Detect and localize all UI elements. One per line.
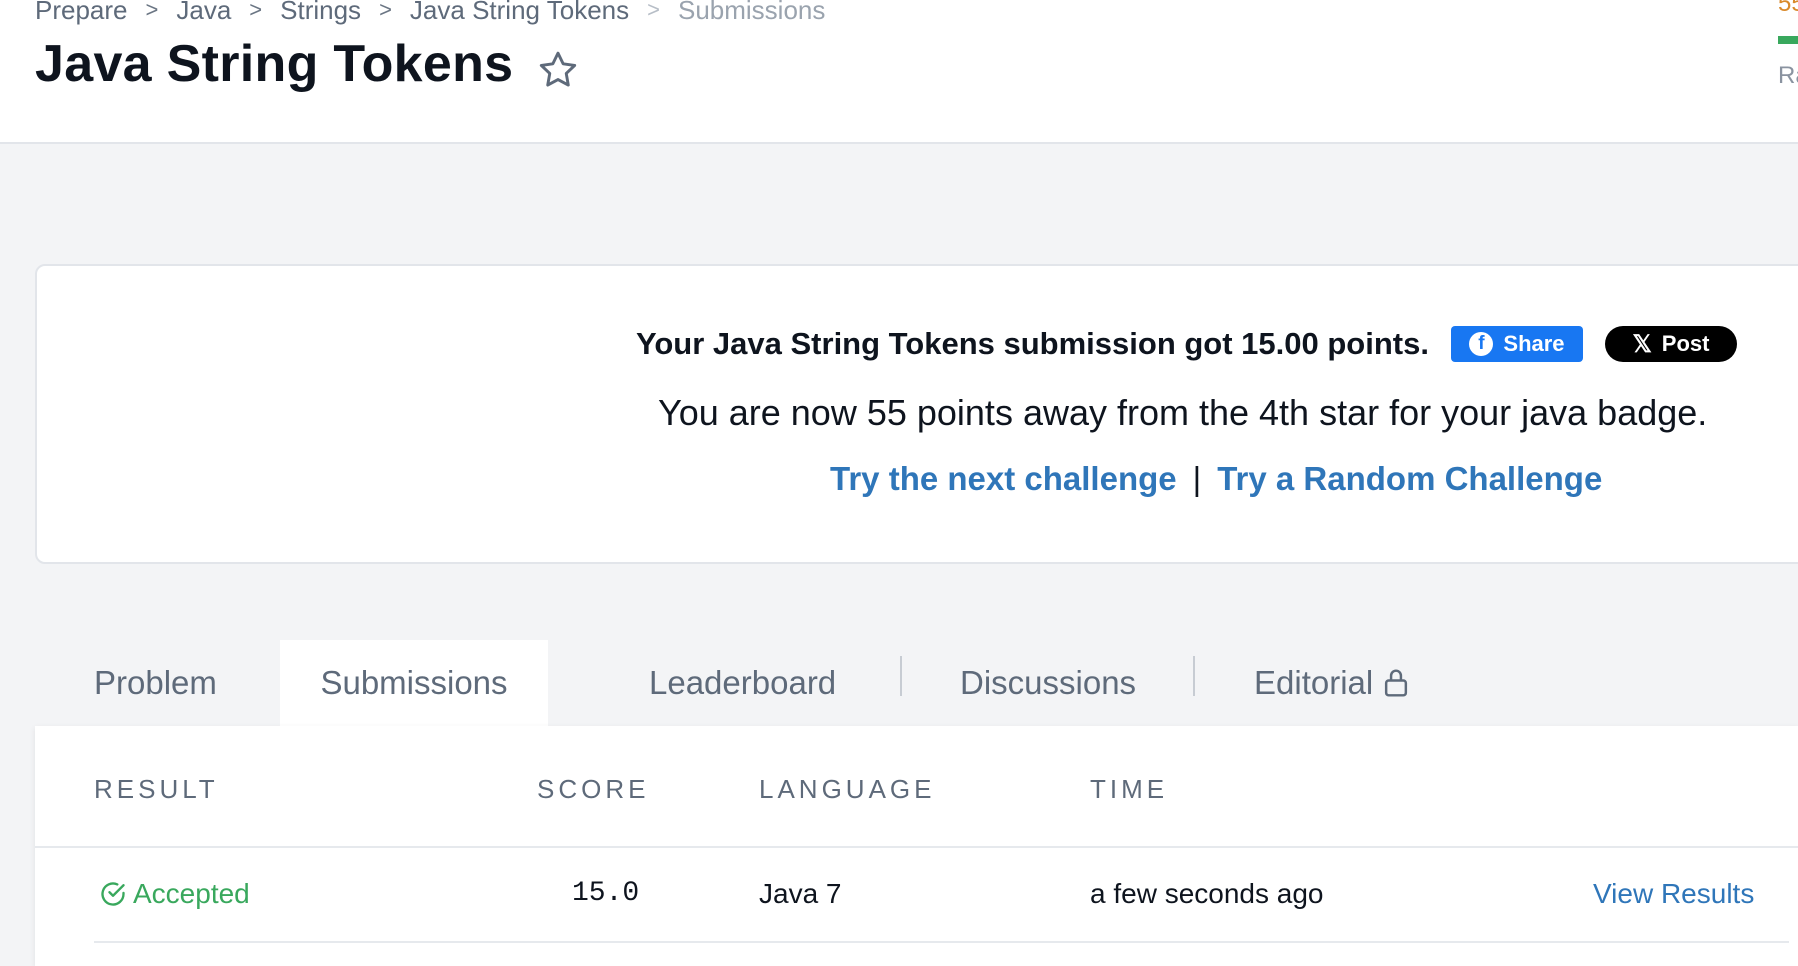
submission-text: Your Java String Tokens submission got 1… xyxy=(636,326,1429,361)
result-banner: Your Java String Tokens submission got 1… xyxy=(35,264,1798,564)
header-result: RESULT xyxy=(94,774,219,804)
rank-label: Ra xyxy=(1778,62,1798,89)
x-icon: 𝕏 xyxy=(1632,330,1652,358)
tab-divider xyxy=(900,656,902,696)
tab-label: Problem xyxy=(94,664,217,701)
page-title: Java String Tokens xyxy=(35,35,514,93)
breadcrumb-challenge[interactable]: Java String Tokens xyxy=(410,0,629,26)
tab-editorial[interactable]: Editorial xyxy=(1254,640,1411,726)
challenge-tabs: Problem Submissions Leaderboard Discussi… xyxy=(35,640,1798,726)
link-separator: | xyxy=(1192,460,1202,497)
tab-problem[interactable]: Problem xyxy=(94,640,217,726)
table-row-divider xyxy=(94,941,1789,943)
chevron-right-icon: > xyxy=(249,0,263,22)
next-challenge-link[interactable]: Try the next challenge xyxy=(830,460,1177,498)
lock-icon xyxy=(1385,669,1408,697)
breadcrumb-java[interactable]: Java xyxy=(176,0,231,26)
badge-progress-text: You are now 55 points away from the 4th … xyxy=(658,392,1708,433)
tab-discussions[interactable]: Discussions xyxy=(960,640,1136,726)
page-header: Prepare > Java > Strings > Java String T… xyxy=(0,0,1798,144)
check-circle-icon xyxy=(101,882,125,906)
header-time: TIME xyxy=(1090,774,1169,804)
submission-summary: Your Java String Tokens submission got 1… xyxy=(636,326,1737,362)
x-post-button[interactable]: 𝕏 Post xyxy=(1604,326,1737,362)
time-cell: a few seconds ago xyxy=(1090,878,1324,909)
score-counter: 55 xyxy=(1778,0,1798,17)
progress-bar xyxy=(1778,36,1798,44)
tab-submissions[interactable]: Submissions xyxy=(280,640,548,726)
random-challenge-link[interactable]: Try a Random Challenge xyxy=(1217,460,1602,498)
challenge-links: Try the next challenge | Try a Random Ch… xyxy=(830,460,1602,498)
header-language: LANGUAGE xyxy=(759,774,936,804)
star-icon[interactable] xyxy=(536,48,580,92)
breadcrumb: Prepare > Java > Strings > Java String T… xyxy=(35,0,825,28)
result-status: Accepted xyxy=(133,878,250,909)
breadcrumb-strings[interactable]: Strings xyxy=(280,0,361,26)
score-cell: 15.0 xyxy=(572,878,640,909)
submissions-table: RESULT SCORE LANGUAGE TIME Accepted 15.0… xyxy=(35,726,1798,966)
tab-label: Leaderboard xyxy=(649,664,837,701)
header-score: SCORE xyxy=(537,774,650,804)
result-cell: Accepted xyxy=(99,878,250,910)
language-cell: Java 7 xyxy=(759,878,842,909)
table-divider xyxy=(35,846,1798,848)
chevron-right-icon: > xyxy=(647,0,660,22)
tab-divider xyxy=(1193,656,1195,696)
breadcrumb-current: Submissions xyxy=(677,0,826,25)
chevron-right-icon: > xyxy=(145,0,159,22)
chevron-right-icon: > xyxy=(379,0,392,22)
share-label: Share xyxy=(1503,331,1565,356)
tab-label: Editorial xyxy=(1254,664,1374,701)
tab-leaderboard[interactable]: Leaderboard xyxy=(649,640,836,726)
breadcrumb-prepare[interactable]: Prepare xyxy=(35,0,128,26)
tab-label: Discussions xyxy=(960,664,1137,701)
facebook-share-button[interactable]: f Share xyxy=(1450,326,1583,362)
facebook-icon: f xyxy=(1469,332,1494,356)
post-label: Post xyxy=(1661,331,1710,356)
tab-label: Submissions xyxy=(320,664,508,701)
view-results-link[interactable]: View Results xyxy=(1593,878,1754,910)
